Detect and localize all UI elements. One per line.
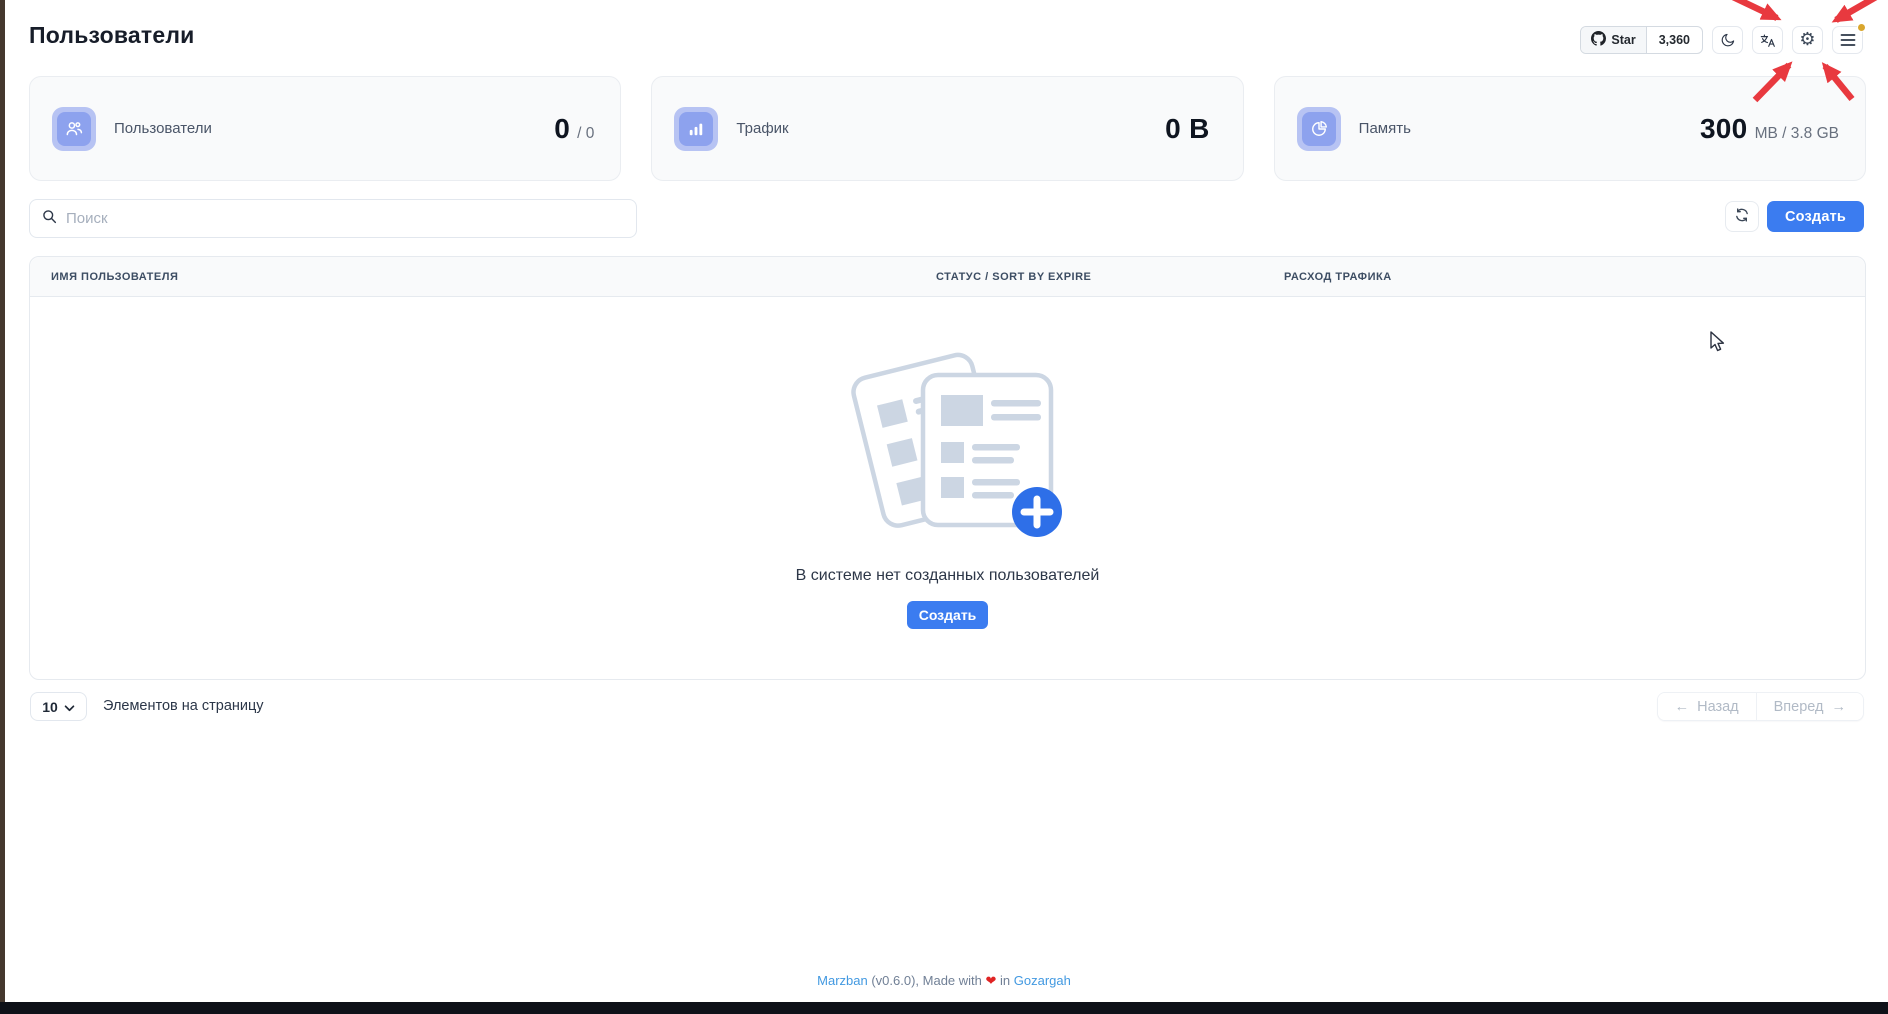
prev-page-button[interactable]: ← Назад	[1658, 693, 1756, 720]
stat-card-users: Пользователи 0 / 0	[29, 76, 621, 181]
users-table: ИМЯ ПОЛЬЗОВАТЕЛЯ СТАТУС / SORT BY EXPIRE…	[29, 256, 1866, 680]
search-icon	[42, 209, 57, 229]
page-size-value: 10	[42, 699, 58, 715]
bar-chart-icon	[679, 112, 713, 146]
stat-cards: Пользователи 0 / 0 Трафик 0 B Память 300 M…	[29, 76, 1866, 181]
page-title: Пользователи	[29, 22, 195, 49]
dark-mode-toggle-button[interactable]	[1712, 26, 1743, 54]
marzban-users-page: Пользователи Star 3,360	[0, 0, 1888, 1014]
stat-label: Пользователи	[114, 120, 212, 137]
settings-button[interactable]: ⚙	[1792, 26, 1823, 54]
chevron-down-icon	[64, 699, 75, 715]
footer-made-with: Made with	[923, 973, 986, 988]
gear-icon: ⚙	[1799, 31, 1815, 49]
empty-state-create-button[interactable]: Создать	[907, 601, 988, 629]
create-user-button[interactable]: Создать	[1767, 201, 1864, 232]
page-size-label: Элементов на страницу	[103, 698, 264, 714]
translate-icon	[1759, 32, 1776, 49]
github-star-label: Star	[1611, 33, 1635, 47]
table-header-row: ИМЯ ПОЛЬЗОВАТЕЛЯ СТАТУС / SORT BY EXPIRE…	[30, 257, 1865, 297]
github-star-widget[interactable]: Star 3,360	[1580, 26, 1703, 54]
empty-state: В системе нет созданных пользователей Со…	[30, 297, 1865, 680]
users-toolbar: Создать	[29, 199, 1866, 238]
stat-value: 300	[1700, 113, 1748, 145]
window-edge-strip	[0, 0, 5, 1014]
topbar-controls: Star 3,360 ⚙	[1580, 26, 1863, 54]
pagination-bar: 10 Элементов на страницу ← Назад Вперед …	[29, 692, 1866, 722]
search-box[interactable]	[29, 199, 637, 238]
stat-unit: / 0	[577, 125, 594, 143]
taskbar-strip	[0, 1002, 1888, 1014]
github-star-count[interactable]: 3,360	[1647, 27, 1702, 53]
prev-page-label: Назад	[1697, 699, 1739, 715]
moon-icon	[1720, 32, 1736, 48]
stat-value: 0 B	[1165, 113, 1209, 145]
stat-label: Трафик	[736, 120, 788, 137]
search-input[interactable]	[66, 210, 624, 227]
footer-org-link[interactable]: Gozargah	[1014, 973, 1071, 988]
arrow-left-icon: ←	[1675, 699, 1690, 715]
refresh-icon	[1734, 207, 1750, 226]
column-header-username[interactable]: ИМЯ ПОЛЬЗОВАТЕЛЯ	[30, 271, 936, 283]
stat-value: 0	[554, 113, 570, 145]
plus-circle-icon	[1012, 487, 1062, 537]
footer-brand-link[interactable]: Marzban	[817, 973, 868, 988]
column-header-status-sort[interactable]: СТАТУС / SORT BY EXPIRE	[936, 271, 1284, 283]
heart-icon: ❤	[986, 974, 997, 989]
footer-in: in	[996, 973, 1013, 988]
page-size-select[interactable]: 10	[30, 692, 87, 721]
column-header-traffic: РАСХОД ТРАФИКА	[1284, 271, 1865, 283]
users-icon	[57, 112, 91, 146]
pie-chart-icon	[1302, 112, 1336, 146]
empty-state-illustration	[825, 331, 1070, 561]
footer: Marzban (v0.6.0), Made with ❤ in Gozarga…	[0, 973, 1888, 989]
notification-dot	[1857, 23, 1866, 32]
language-button[interactable]	[1752, 26, 1783, 54]
github-star-button[interactable]: Star	[1581, 27, 1646, 53]
stat-label: Память	[1359, 120, 1411, 137]
stat-card-memory: Память 300 MB / 3.8 GB	[1274, 76, 1866, 181]
stat-unit: MB / 3.8 GB	[1755, 125, 1839, 143]
menu-button[interactable]	[1832, 26, 1863, 54]
stat-card-traffic: Трафик 0 B	[651, 76, 1243, 181]
empty-state-message: В системе нет созданных пользователей	[796, 567, 1100, 585]
next-page-label: Вперед	[1774, 699, 1824, 715]
arrow-right-icon: →	[1832, 699, 1847, 715]
pager-group: ← Назад Вперед →	[1657, 692, 1864, 721]
refresh-button[interactable]	[1725, 201, 1759, 232]
hamburger-icon	[1840, 33, 1856, 47]
github-logo-icon	[1591, 31, 1606, 49]
footer-version: (v0.6.0),	[868, 973, 923, 988]
next-page-button[interactable]: Вперед →	[1756, 693, 1863, 720]
